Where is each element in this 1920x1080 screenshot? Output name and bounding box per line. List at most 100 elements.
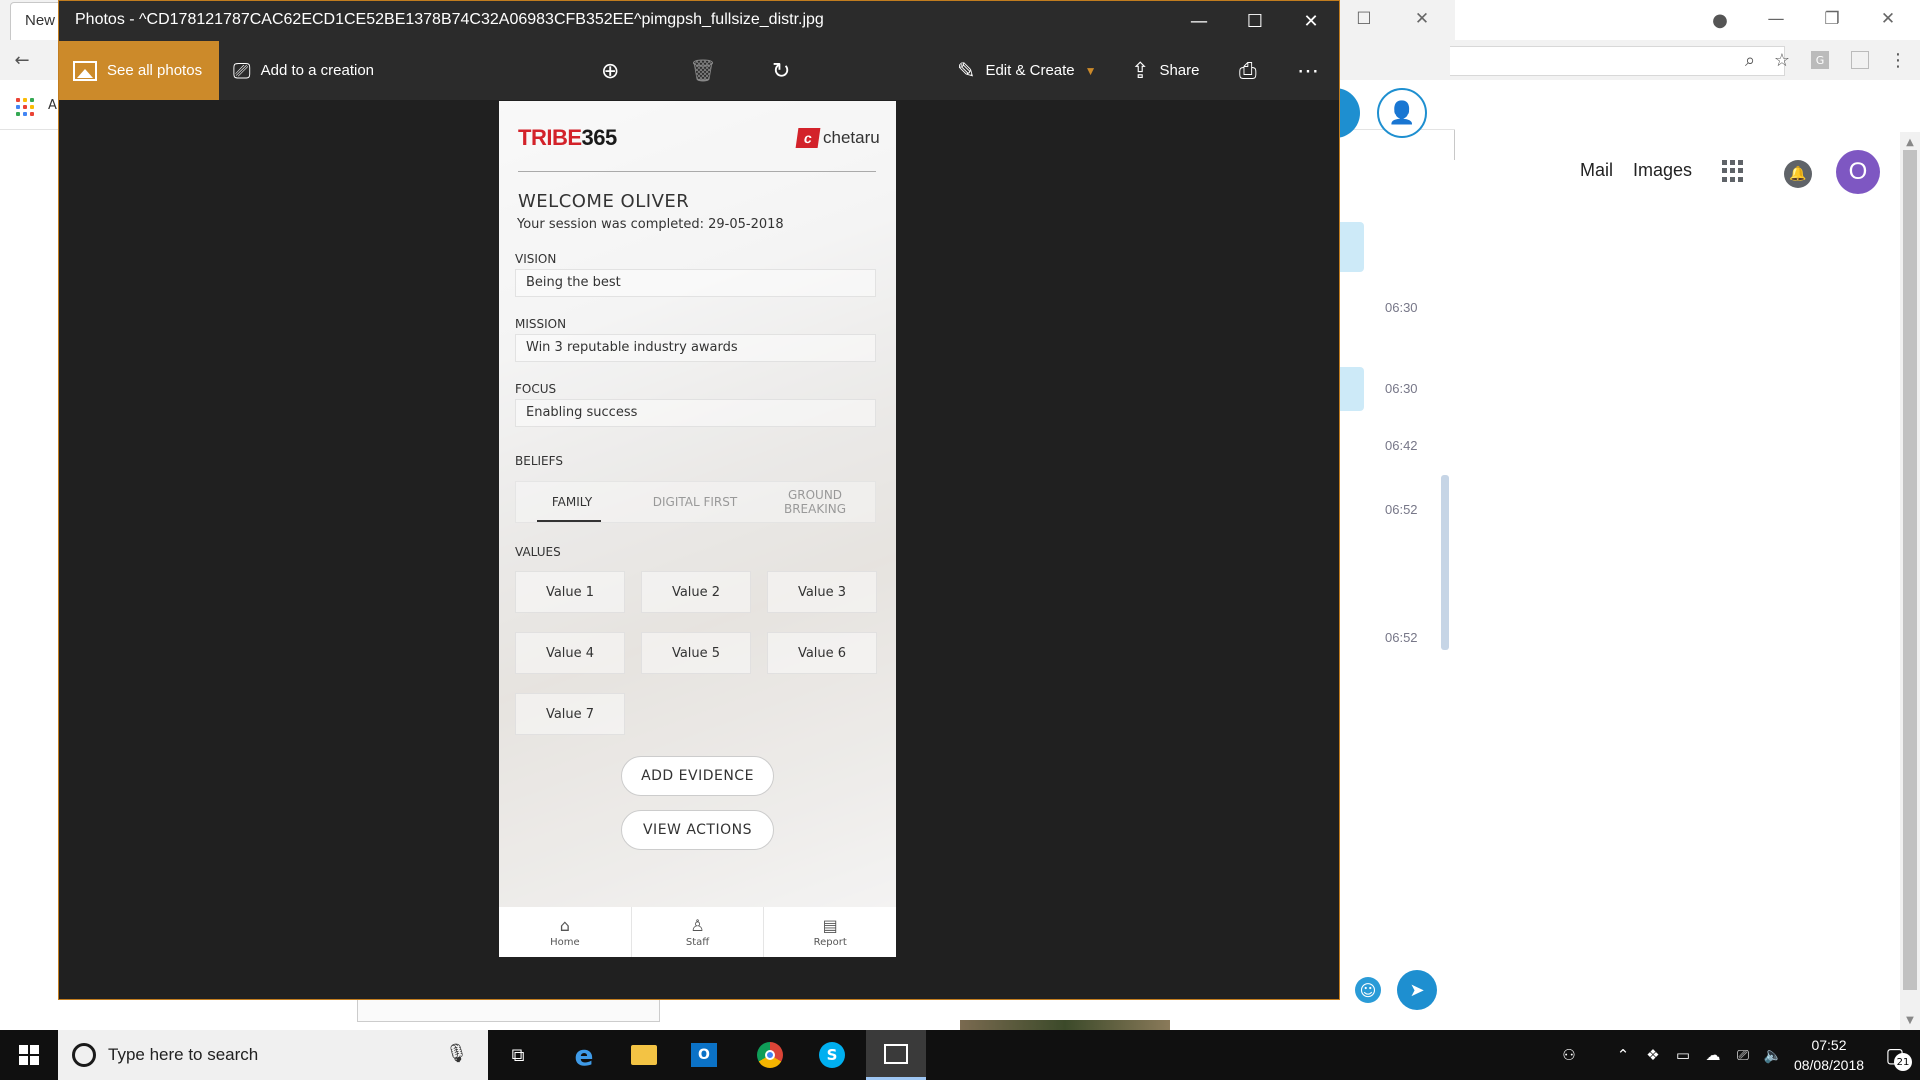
maximize-button[interactable]: ☐ — [1227, 1, 1283, 41]
chetaru-label: chetaru — [823, 128, 880, 147]
task-view-icon: ⧉ — [511, 1044, 525, 1066]
nav-report[interactable]: ▤ Report — [764, 907, 896, 957]
view-actions-button[interactable]: VIEW ACTIONS — [621, 810, 774, 850]
belief-tab-digital-first[interactable]: DIGITAL FIRST — [629, 481, 761, 523]
images-link[interactable]: Images — [1633, 160, 1692, 181]
photos-app-button[interactable] — [866, 1030, 926, 1080]
microphone-icon[interactable]: 🎙 — [445, 1043, 468, 1064]
value-button[interactable]: Value 4 — [515, 632, 625, 674]
photo-viewer: TRIBE365 c chetaru WELCOME OLIVER Your s… — [59, 100, 1339, 1072]
mission-label: MISSION — [515, 317, 567, 331]
minimize-button[interactable]: — — [1171, 1, 1227, 41]
chrome-profile-icon[interactable]: ● — [1706, 6, 1734, 34]
volume-icon[interactable]: 🔈 — [1758, 1046, 1788, 1064]
folder-icon — [631, 1045, 657, 1065]
value-button[interactable]: Value 7 — [515, 693, 625, 735]
chetaru-mark-icon: c — [795, 128, 821, 148]
chrome-button[interactable] — [742, 1030, 798, 1080]
extension-icon[interactable] — [1846, 46, 1874, 74]
chrome-menu-icon[interactable]: ⋮ — [1884, 46, 1912, 74]
chrome-close-button[interactable]: ✕ — [1402, 4, 1442, 34]
value-button[interactable]: Value 5 — [641, 632, 751, 674]
bookmark-label[interactable]: A — [48, 98, 57, 113]
header-divider — [518, 171, 876, 172]
google-apps-icon[interactable] — [1722, 160, 1744, 182]
share-button[interactable]: ⇪ Share — [1131, 41, 1199, 100]
chat-timestamp: 06:52 — [1385, 502, 1418, 517]
send-icon[interactable]: ➤ — [1397, 970, 1437, 1010]
extension-g-icon[interactable]: G — [1806, 46, 1834, 74]
start-button[interactable] — [0, 1030, 58, 1080]
value-button[interactable]: Value 6 — [767, 632, 877, 674]
chrome-address-bar[interactable] — [1450, 46, 1785, 76]
trash-icon: 🗑 — [689, 57, 717, 83]
add-evidence-button[interactable]: ADD EVIDENCE — [621, 756, 774, 796]
notifications-bell-icon[interactable]: 🔔 — [1784, 160, 1812, 188]
edge-icon: e — [574, 1038, 594, 1072]
action-center-icon[interactable]: ▢ 21 — [1870, 1043, 1920, 1071]
file-explorer-button[interactable] — [616, 1030, 672, 1080]
outlook-icon: O — [691, 1043, 717, 1067]
search-placeholder: Type here to search — [108, 1045, 259, 1064]
people-icon[interactable]: ⚇ — [1554, 1046, 1584, 1064]
network-icon[interactable]: ⎚ — [1728, 1046, 1758, 1064]
chat-scrollbar[interactable] — [1441, 475, 1449, 650]
beliefs-label: BELIEFS — [515, 454, 563, 468]
delete-button[interactable]: 🗑 — [689, 41, 717, 100]
scrollbar-thumb[interactable] — [1903, 150, 1917, 990]
windows-logo-icon — [19, 1045, 39, 1065]
skype-button[interactable]: S — [804, 1030, 860, 1080]
background-image — [960, 1020, 1170, 1030]
scroll-up-icon[interactable]: ▲ — [1900, 134, 1920, 150]
close-button[interactable]: ✕ — [1283, 1, 1339, 41]
chetaru-logo: c chetaru — [795, 128, 880, 148]
share-icon: ⇪ — [1131, 57, 1150, 83]
photos-app-icon — [884, 1043, 908, 1064]
background-panel — [357, 1000, 660, 1022]
report-icon: ▤ — [822, 916, 838, 935]
emoji-icon[interactable]: ☺ — [1355, 977, 1381, 1003]
nav-home[interactable]: ⌂ Home — [499, 907, 632, 957]
edit-icon: ✎ — [957, 57, 976, 83]
chrome-restore-button[interactable]: ❐ — [1812, 4, 1852, 34]
mail-link[interactable]: Mail — [1580, 160, 1613, 181]
back-arrow-icon[interactable]: ← — [8, 46, 36, 74]
value-button[interactable]: Value 1 — [515, 571, 625, 613]
zoom-icon[interactable]: ⌕ — [1736, 46, 1764, 74]
add-to-creation-button[interactable]: ⎚ Add to a creation — [233, 41, 374, 100]
chat-timestamp: 06:30 — [1385, 381, 1418, 396]
tray-chevron-up-icon[interactable]: ⌃ — [1608, 1046, 1638, 1064]
battery-icon[interactable]: ▭ — [1668, 1046, 1698, 1064]
edit-create-button[interactable]: ✎ Edit & Create ▼ — [957, 41, 1097, 100]
rotate-button[interactable]: ↻ — [772, 41, 790, 100]
apps-icon[interactable] — [16, 98, 34, 116]
nav-staff[interactable]: ♙ Staff — [632, 907, 765, 957]
see-all-photos-button[interactable]: See all photos — [59, 41, 219, 100]
chrome-maximize-button[interactable]: ☐ — [1344, 4, 1384, 34]
taskbar-search[interactable]: Type here to search 🎙 — [58, 1030, 488, 1080]
value-button[interactable]: Value 2 — [641, 571, 751, 613]
chrome-x-button[interactable]: ✕ — [1868, 4, 1908, 34]
more-options-button[interactable]: ⋯ — [1297, 41, 1319, 100]
see-all-photos-label: See all photos — [107, 62, 203, 79]
photos-title-bar[interactable]: Photos - ^CD178121787CAC62ECD1CE52BE1378… — [59, 1, 1339, 41]
avatar[interactable]: O — [1836, 150, 1880, 194]
chrome-min-button[interactable]: — — [1756, 4, 1796, 34]
belief-tab-ground-breaking[interactable]: GROUND BREAKING — [767, 481, 863, 523]
cortana-icon — [72, 1043, 96, 1067]
ellipsis-icon: ⋯ — [1297, 57, 1319, 83]
onedrive-icon[interactable]: ☁ — [1698, 1046, 1728, 1064]
belief-tab-family[interactable]: FAMILY — [515, 481, 629, 523]
outlook-button[interactable]: O — [676, 1030, 732, 1080]
value-button[interactable]: Value 3 — [767, 571, 877, 613]
taskbar-clock[interactable]: 07:52 08/08/2018 — [1788, 1035, 1870, 1075]
print-button[interactable]: ⎙ — [1239, 41, 1257, 100]
zoom-in-button[interactable]: ⊕ — [601, 41, 619, 100]
star-icon[interactable]: ☆ — [1768, 46, 1796, 74]
edge-button[interactable]: e — [556, 1030, 612, 1080]
scroll-down-icon[interactable]: ▼ — [1900, 1012, 1920, 1028]
task-view-button[interactable]: ⧉ — [490, 1030, 546, 1080]
add-person-icon[interactable]: 👤 — [1377, 88, 1427, 138]
dropbox-icon[interactable]: ❖ — [1638, 1046, 1668, 1064]
mission-field: Win 3 reputable industry awards — [515, 334, 876, 362]
